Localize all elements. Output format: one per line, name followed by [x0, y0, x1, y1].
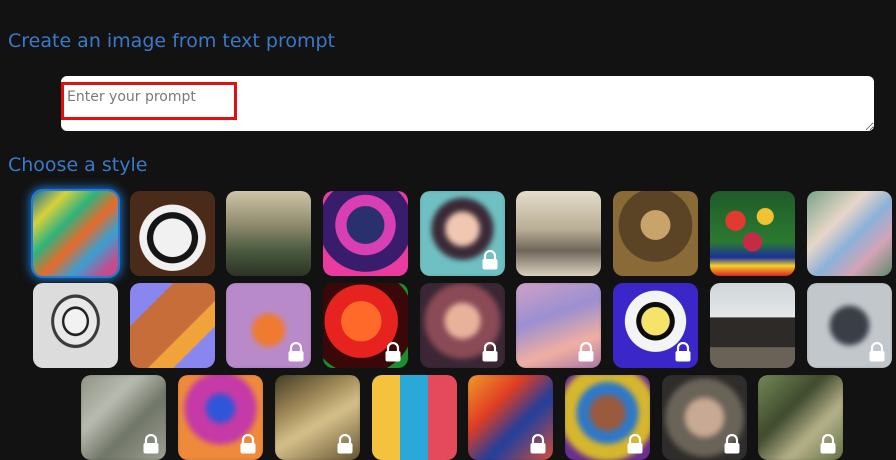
style-tile-robot-style[interactable] — [323, 191, 408, 276]
style-tile-anime-portrait-style[interactable] — [420, 191, 505, 276]
style-tile-fantasy-landscape-style[interactable] — [226, 191, 311, 276]
style-tile-sketch-cup-style[interactable] — [33, 283, 118, 368]
lock-icon — [626, 433, 644, 454]
style-thumbnail — [613, 191, 698, 276]
style-tile-low-poly-fox-style[interactable] — [226, 283, 311, 368]
lock-icon — [529, 433, 547, 454]
style-tile-panda-style[interactable] — [130, 191, 215, 276]
style-thumbnail — [226, 191, 311, 276]
style-tile-neon-rabbit-style[interactable] — [178, 375, 263, 460]
style-thumbnail — [710, 283, 795, 368]
lock-icon — [336, 433, 354, 454]
prompt-field[interactable] — [61, 76, 874, 131]
style-thumbnail — [516, 191, 601, 276]
style-tile-ballet-painting-style[interactable] — [807, 191, 892, 276]
style-thumbnail — [130, 283, 215, 368]
style-tile-pastel-city-style[interactable] — [516, 283, 601, 368]
style-tile-abstract-paint-style[interactable] — [33, 191, 118, 276]
style-thumbnail — [33, 283, 118, 368]
lock-icon — [239, 433, 257, 454]
style-thumbnail — [33, 191, 118, 276]
style-thumbnail — [323, 191, 408, 276]
lock-icon — [819, 433, 837, 454]
style-thumbnail — [807, 191, 892, 276]
lock-icon — [142, 433, 160, 454]
style-tile-engraving-style[interactable] — [516, 191, 601, 276]
style-tile-stone-render-style[interactable] — [807, 283, 892, 368]
style-tile-fantasy-portrait-style[interactable] — [662, 375, 747, 460]
style-thumbnail — [130, 191, 215, 276]
style-tile-mosaic-portrait-style[interactable] — [565, 375, 650, 460]
style-tile-aerial-map-style[interactable] — [81, 375, 166, 460]
lock-icon — [384, 341, 402, 362]
style-tile-vintage-portrait-style[interactable] — [420, 283, 505, 368]
style-section-heading: Choose a style — [8, 154, 148, 176]
lock-icon — [674, 341, 692, 362]
style-thumbnail — [710, 191, 795, 276]
style-tile-architecture-style[interactable] — [710, 283, 795, 368]
lock-icon — [723, 433, 741, 454]
lock-icon — [868, 341, 886, 362]
style-tile-old-painting-style[interactable] — [275, 375, 360, 460]
style-tile-renaissance-portrait-style[interactable] — [613, 191, 698, 276]
page-title: Create an image from text prompt — [8, 30, 336, 52]
prompt-input[interactable] — [61, 76, 874, 131]
lock-icon — [287, 341, 305, 362]
style-tile-flower-vase-style[interactable] — [710, 191, 795, 276]
style-tile-forest-painting-style[interactable] — [758, 375, 843, 460]
style-tile-pop-art-style[interactable] — [613, 283, 698, 368]
style-tile-icon-grid-style[interactable] — [372, 375, 457, 460]
style-tile-neon-face-style[interactable] — [323, 283, 408, 368]
style-tile-isometric-3d-style[interactable] — [130, 283, 215, 368]
style-tile-fire-dragon-style[interactable] — [468, 375, 553, 460]
lock-icon — [481, 341, 499, 362]
lock-icon — [577, 341, 595, 362]
style-thumbnail — [372, 375, 457, 460]
lock-icon — [481, 249, 499, 270]
